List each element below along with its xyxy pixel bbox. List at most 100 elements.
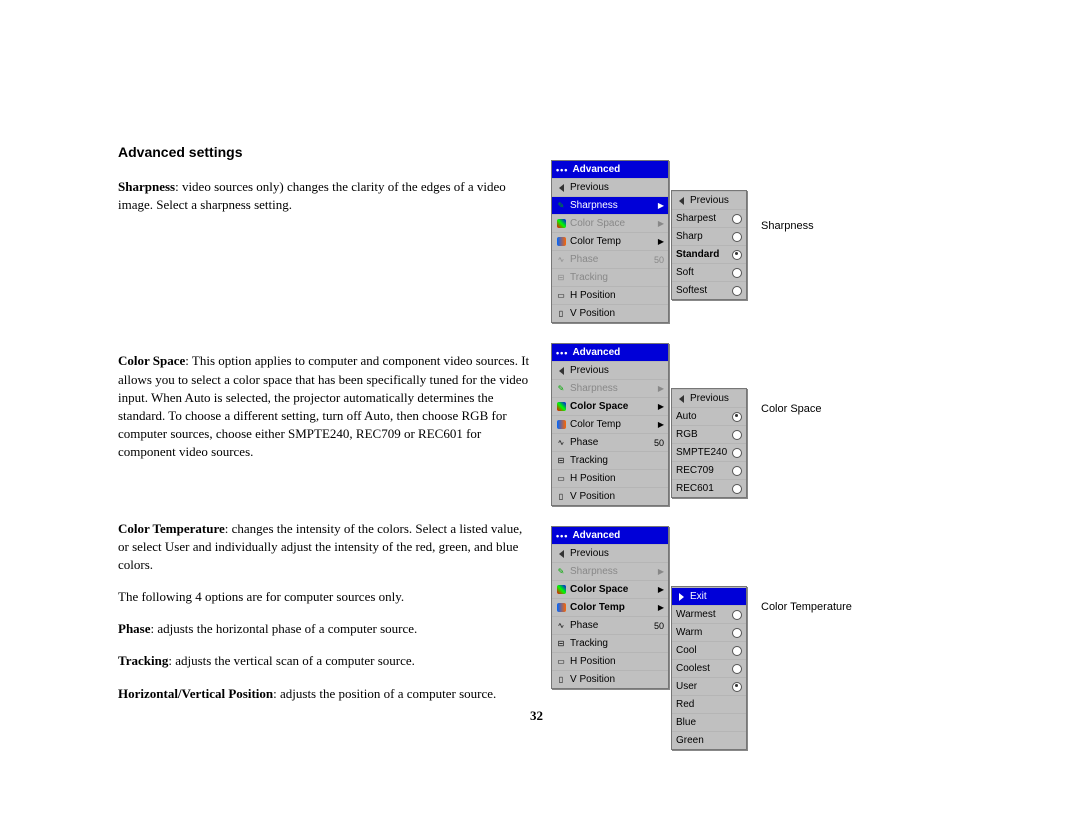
menu-item-colortemp[interactable]: Color Temp▶	[552, 415, 668, 433]
colortemp-icon	[557, 237, 566, 246]
submenu-item-soft[interactable]: Soft	[672, 263, 746, 281]
menu-item-previous[interactable]: Previous	[552, 361, 668, 379]
dots-icon: •••	[556, 531, 568, 541]
radio-icon	[732, 466, 742, 476]
menu-item-previous[interactable]: Previous	[552, 544, 668, 562]
menu-advanced-3: •••Advanced Previous ✎Sharpness▶ Color S…	[551, 526, 669, 689]
vpos-icon: ▯	[554, 674, 568, 685]
para-colortemp: Color Temperature: changes the intensity…	[118, 520, 530, 575]
figure-sharpness: •••Advanced Previous ✎Sharpness▶ Color S…	[551, 160, 991, 323]
radio-icon	[732, 664, 742, 674]
colortemp-icon	[557, 603, 566, 612]
menu-item-hposition[interactable]: ▭H Position	[552, 652, 668, 670]
radio-icon	[732, 268, 742, 278]
menu-title: •••Advanced	[552, 161, 668, 178]
hpos-icon: ▭	[554, 473, 568, 484]
submenu-item-exit[interactable]: Exit	[672, 587, 746, 605]
para-tracking: Tracking: adjusts the vertical scan of a…	[118, 652, 530, 670]
dots-icon: •••	[556, 348, 568, 358]
term-colorspace: Color Space	[118, 353, 185, 368]
submenu-item-sharp[interactable]: Sharp	[672, 227, 746, 245]
submenu-item-softest[interactable]: Softest	[672, 281, 746, 299]
radio-icon	[732, 214, 742, 224]
term-phase: Phase	[118, 621, 151, 636]
submenu-item-sharpest[interactable]: Sharpest	[672, 209, 746, 227]
para-four-options: The following 4 options are for computer…	[118, 588, 530, 606]
term-hvpos: Horizontal/Vertical Position	[118, 686, 273, 701]
radio-icon	[732, 286, 742, 296]
submenu-item-rec709[interactable]: REC709	[672, 461, 746, 479]
chevron-right-icon: ▶	[658, 603, 666, 612]
dots-icon: •••	[556, 165, 568, 175]
submenu-item-previous[interactable]: Previous	[672, 389, 746, 407]
menu-item-vposition[interactable]: ▯V Position	[552, 304, 668, 322]
submenu-item-auto[interactable]: Auto	[672, 407, 746, 425]
radio-icon	[732, 628, 742, 638]
submenu-colorspace: Previous Auto RGB SMPTE240 REC709 REC601	[671, 388, 747, 498]
chevron-right-icon: ▶	[658, 585, 666, 594]
submenu-item-rgb[interactable]: RGB	[672, 425, 746, 443]
menu-item-colortemp[interactable]: Color Temp▶	[552, 232, 668, 250]
term-tracking: Tracking	[118, 653, 168, 668]
desc-sharpness: : video sources only) changes the clarit…	[118, 179, 506, 212]
menu-item-colortemp[interactable]: Color Temp▶	[552, 598, 668, 616]
submenu-item-warm[interactable]: Warm	[672, 623, 746, 641]
tracking-icon: ⊟	[554, 272, 568, 283]
menu-item-tracking[interactable]: ⊟Tracking	[552, 634, 668, 652]
tracking-icon: ⊟	[554, 455, 568, 466]
phase-icon: ∿	[554, 620, 568, 631]
menu-item-sharpness[interactable]: ✎Sharpness▶	[552, 379, 668, 397]
chevron-right-icon: ▶	[658, 567, 666, 576]
menu-title: •••Advanced	[552, 344, 668, 361]
submenu-item-cool[interactable]: Cool	[672, 641, 746, 659]
menu-item-tracking[interactable]: ⊟Tracking	[552, 451, 668, 469]
vpos-icon: ▯	[554, 308, 568, 319]
menu-item-previous[interactable]: Previous	[552, 178, 668, 196]
menu-item-vposition[interactable]: ▯V Position	[552, 670, 668, 688]
submenu-item-red[interactable]: Red	[672, 695, 746, 713]
submenu-item-user[interactable]: User	[672, 677, 746, 695]
submenu-item-previous[interactable]: Previous	[672, 191, 746, 209]
term-colortemp: Color Temperature	[118, 521, 225, 536]
tracking-icon: ⊟	[554, 638, 568, 649]
menu-item-sharpness[interactable]: ✎Sharpness▶	[552, 562, 668, 580]
para-sharpness: Sharpness: video sources only) changes t…	[118, 178, 530, 214]
submenu-item-rec601[interactable]: REC601	[672, 479, 746, 497]
chevron-right-icon: ▶	[658, 402, 666, 411]
section-heading: Advanced settings	[118, 144, 530, 160]
sharpness-icon: ✎	[554, 200, 568, 211]
radio-icon	[732, 232, 742, 242]
desc-hvpos: : adjusts the position of a computer sou…	[273, 686, 496, 701]
term-sharpness: Sharpness	[118, 179, 175, 194]
menu-item-vposition[interactable]: ▯V Position	[552, 487, 668, 505]
figure-colorspace: •••Advanced Previous ✎Sharpness▶ Color S…	[551, 343, 991, 506]
submenu-item-green[interactable]: Green	[672, 731, 746, 749]
submenu-item-standard[interactable]: Standard	[672, 245, 746, 263]
menu-item-hposition[interactable]: ▭H Position	[552, 286, 668, 304]
menu-item-colorspace[interactable]: Color Space▶	[552, 580, 668, 598]
menu-item-phase[interactable]: ∿Phase50	[552, 250, 668, 268]
menu-advanced-1: •••Advanced Previous ✎Sharpness▶ Color S…	[551, 160, 669, 323]
radio-icon	[732, 682, 742, 692]
menu-item-tracking[interactable]: ⊟Tracking	[552, 268, 668, 286]
submenu-item-smpte240[interactable]: SMPTE240	[672, 443, 746, 461]
menu-item-colorspace[interactable]: Color Space▶	[552, 214, 668, 232]
colorspace-icon	[557, 219, 566, 228]
colorspace-icon	[557, 585, 566, 594]
para-hvpos: Horizontal/Vertical Position: adjusts th…	[118, 685, 530, 703]
desc-tracking: : adjusts the vertical scan of a compute…	[168, 653, 415, 668]
submenu-item-coolest[interactable]: Coolest	[672, 659, 746, 677]
phase-icon: ∿	[554, 254, 568, 265]
menu-item-phase[interactable]: ∿Phase50	[552, 616, 668, 634]
menu-item-phase[interactable]: ∿Phase50	[552, 433, 668, 451]
submenu-item-blue[interactable]: Blue	[672, 713, 746, 731]
radio-icon	[732, 448, 742, 458]
submenu-item-warmest[interactable]: Warmest	[672, 605, 746, 623]
menu-item-sharpness[interactable]: ✎Sharpness▶	[552, 196, 668, 214]
radio-icon	[732, 412, 742, 422]
menu-item-colorspace[interactable]: Color Space▶	[552, 397, 668, 415]
chevron-right-icon: ▶	[658, 384, 666, 393]
menu-item-hposition[interactable]: ▭H Position	[552, 469, 668, 487]
radio-icon	[732, 250, 742, 260]
phase-icon: ∿	[554, 437, 568, 448]
